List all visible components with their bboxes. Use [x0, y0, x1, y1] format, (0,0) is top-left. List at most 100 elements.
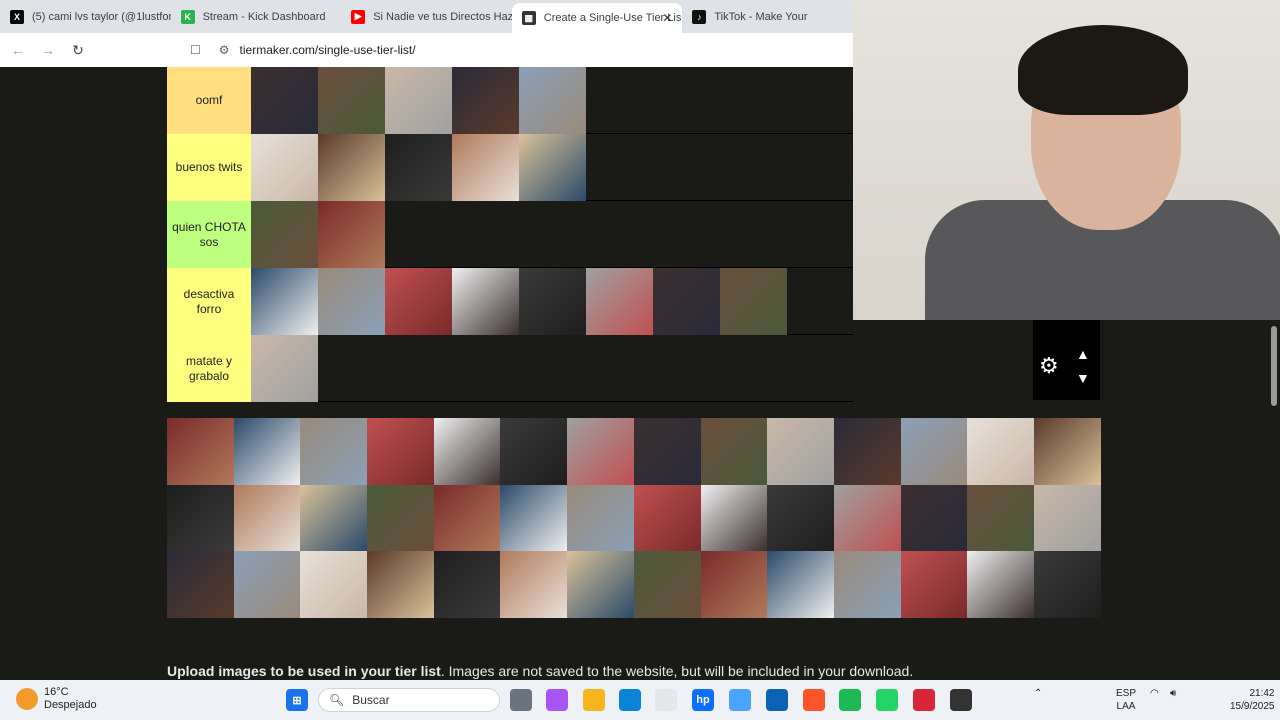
pool-image[interactable] — [833, 418, 901, 485]
site-info-icon[interactable]: ⚙ — [219, 43, 230, 57]
upload-link[interactable]: Upload images to be used in your tier li… — [167, 663, 441, 679]
system-clock[interactable]: 21:42 15/9/2025 — [1230, 687, 1275, 713]
pool-image[interactable] — [500, 551, 568, 619]
pool-image[interactable] — [167, 418, 234, 485]
pool-image[interactable] — [1033, 484, 1101, 552]
pool-image[interactable] — [900, 551, 968, 619]
pool-image[interactable] — [233, 418, 301, 485]
pool-image[interactable] — [433, 551, 501, 619]
tier-image[interactable] — [318, 268, 385, 335]
taskbar-search[interactable]: 🔍︎ Buscar — [318, 688, 500, 712]
tier-label[interactable]: oomf — [167, 67, 251, 134]
pool-image[interactable] — [700, 418, 768, 485]
scrollbar-thumb[interactable] — [1271, 326, 1277, 406]
close-tab-icon[interactable]: ✕ — [662, 11, 672, 25]
tier-image[interactable] — [385, 67, 452, 134]
pool-image[interactable] — [567, 418, 634, 485]
store-icon[interactable] — [655, 689, 677, 711]
pool-image[interactable] — [233, 484, 301, 552]
tier-image[interactable] — [318, 201, 385, 268]
pool-image[interactable] — [500, 418, 568, 485]
copilot-icon[interactable] — [546, 689, 568, 711]
pool-image[interactable] — [367, 551, 434, 619]
pool-image[interactable] — [767, 484, 834, 552]
pool-image[interactable] — [167, 551, 234, 619]
pool-image[interactable] — [633, 418, 701, 485]
browser-tab[interactable]: X (5) cami lvs taylor (@1lustforl1fe — [0, 0, 171, 33]
tier-image[interactable] — [519, 67, 586, 134]
tier-label[interactable]: matate y grabalo — [167, 335, 251, 402]
pool-image[interactable] — [833, 484, 901, 552]
reload-icon[interactable]: ↻ — [66, 42, 90, 59]
forward-icon[interactable]: → — [36, 42, 60, 58]
tier-image[interactable] — [519, 268, 586, 335]
pool-image[interactable] — [633, 484, 701, 552]
pool-image[interactable] — [567, 484, 634, 552]
chevron-up-icon[interactable]: ▲ — [1076, 346, 1090, 362]
windows-start-icon[interactable]: ⊞ — [286, 689, 308, 711]
pool-image[interactable] — [500, 484, 568, 552]
pool-image[interactable] — [1033, 418, 1101, 485]
tier-image[interactable] — [251, 201, 318, 268]
url-field[interactable]: tiermaker.com/single-use-tier-list/ — [240, 43, 416, 57]
tier-image[interactable] — [251, 268, 318, 335]
tier-image[interactable] — [519, 134, 586, 201]
pool-image[interactable] — [567, 551, 634, 619]
gear-icon[interactable]: ⚙ — [1039, 353, 1059, 379]
tier-image[interactable] — [452, 67, 519, 134]
whatsapp-icon[interactable] — [876, 689, 898, 711]
tier-image[interactable] — [653, 268, 720, 335]
file-explorer-icon[interactable] — [583, 689, 605, 711]
tier-image[interactable] — [385, 268, 452, 335]
pool-image[interactable] — [367, 484, 434, 552]
tier-image[interactable] — [452, 134, 519, 201]
pool-image[interactable] — [433, 484, 501, 552]
pool-image[interactable] — [900, 418, 968, 485]
tier-image[interactable] — [586, 268, 653, 335]
pool-image[interactable] — [1033, 551, 1101, 619]
pool-image[interactable] — [300, 484, 368, 552]
browser-tab[interactable]: ▦ Create a Single-Use Tier Lis ✕ — [511, 3, 683, 33]
spotify-icon[interactable] — [839, 689, 861, 711]
back-icon[interactable]: ← — [6, 42, 30, 58]
pool-image[interactable] — [433, 418, 501, 485]
hp-icon[interactable]: hp — [692, 689, 714, 711]
pool-image[interactable] — [700, 551, 768, 619]
browser-tab[interactable]: ♪ TikTok - Make Your — [682, 0, 853, 33]
pool-image[interactable] — [700, 484, 768, 552]
tier-image[interactable] — [251, 134, 318, 201]
tray-chevron-up-icon[interactable]: ⌃ — [1034, 687, 1042, 700]
obs-icon[interactable] — [950, 689, 972, 711]
brave-icon[interactable] — [803, 689, 825, 711]
task-view-icon[interactable] — [510, 689, 532, 711]
bookmark-icon[interactable]: ☐ — [190, 43, 201, 57]
tier-image[interactable] — [452, 268, 519, 335]
pool-image[interactable] — [767, 418, 834, 485]
page-scrollbar[interactable] — [1268, 320, 1280, 680]
wifi-icon[interactable]: ◠ — [1150, 687, 1159, 700]
pool-image[interactable] — [767, 551, 834, 619]
weather-widget[interactable]: 16°C Despejado — [16, 686, 97, 712]
pool-image[interactable] — [233, 551, 301, 619]
browser-tab[interactable]: K Stream - Kick Dashboard — [171, 0, 342, 33]
pool-image[interactable] — [967, 484, 1034, 552]
tier-image[interactable] — [385, 134, 452, 201]
pool-image[interactable] — [367, 418, 434, 485]
tier-label[interactable]: quien CHOTA sos — [167, 201, 251, 268]
tier-image[interactable] — [251, 335, 318, 402]
pool-image[interactable] — [967, 551, 1034, 619]
outlook-icon[interactable] — [766, 689, 788, 711]
tier-image[interactable] — [251, 67, 318, 134]
tier-image[interactable] — [720, 268, 787, 335]
pool-image[interactable] — [967, 418, 1034, 485]
edge-icon[interactable] — [619, 689, 641, 711]
browser-tab[interactable]: ▶ Si Nadie ve tus Directos Haz Est — [341, 0, 512, 33]
tier-image[interactable] — [318, 134, 385, 201]
app-icon[interactable] — [729, 689, 751, 711]
pool-image[interactable] — [300, 418, 368, 485]
language-indicator[interactable]: ESP LAA — [1116, 687, 1136, 713]
pool-image[interactable] — [167, 484, 234, 552]
tier-label[interactable]: desactiva forro — [167, 268, 251, 335]
mcafee-icon[interactable] — [913, 689, 935, 711]
tier-image[interactable] — [318, 67, 385, 134]
